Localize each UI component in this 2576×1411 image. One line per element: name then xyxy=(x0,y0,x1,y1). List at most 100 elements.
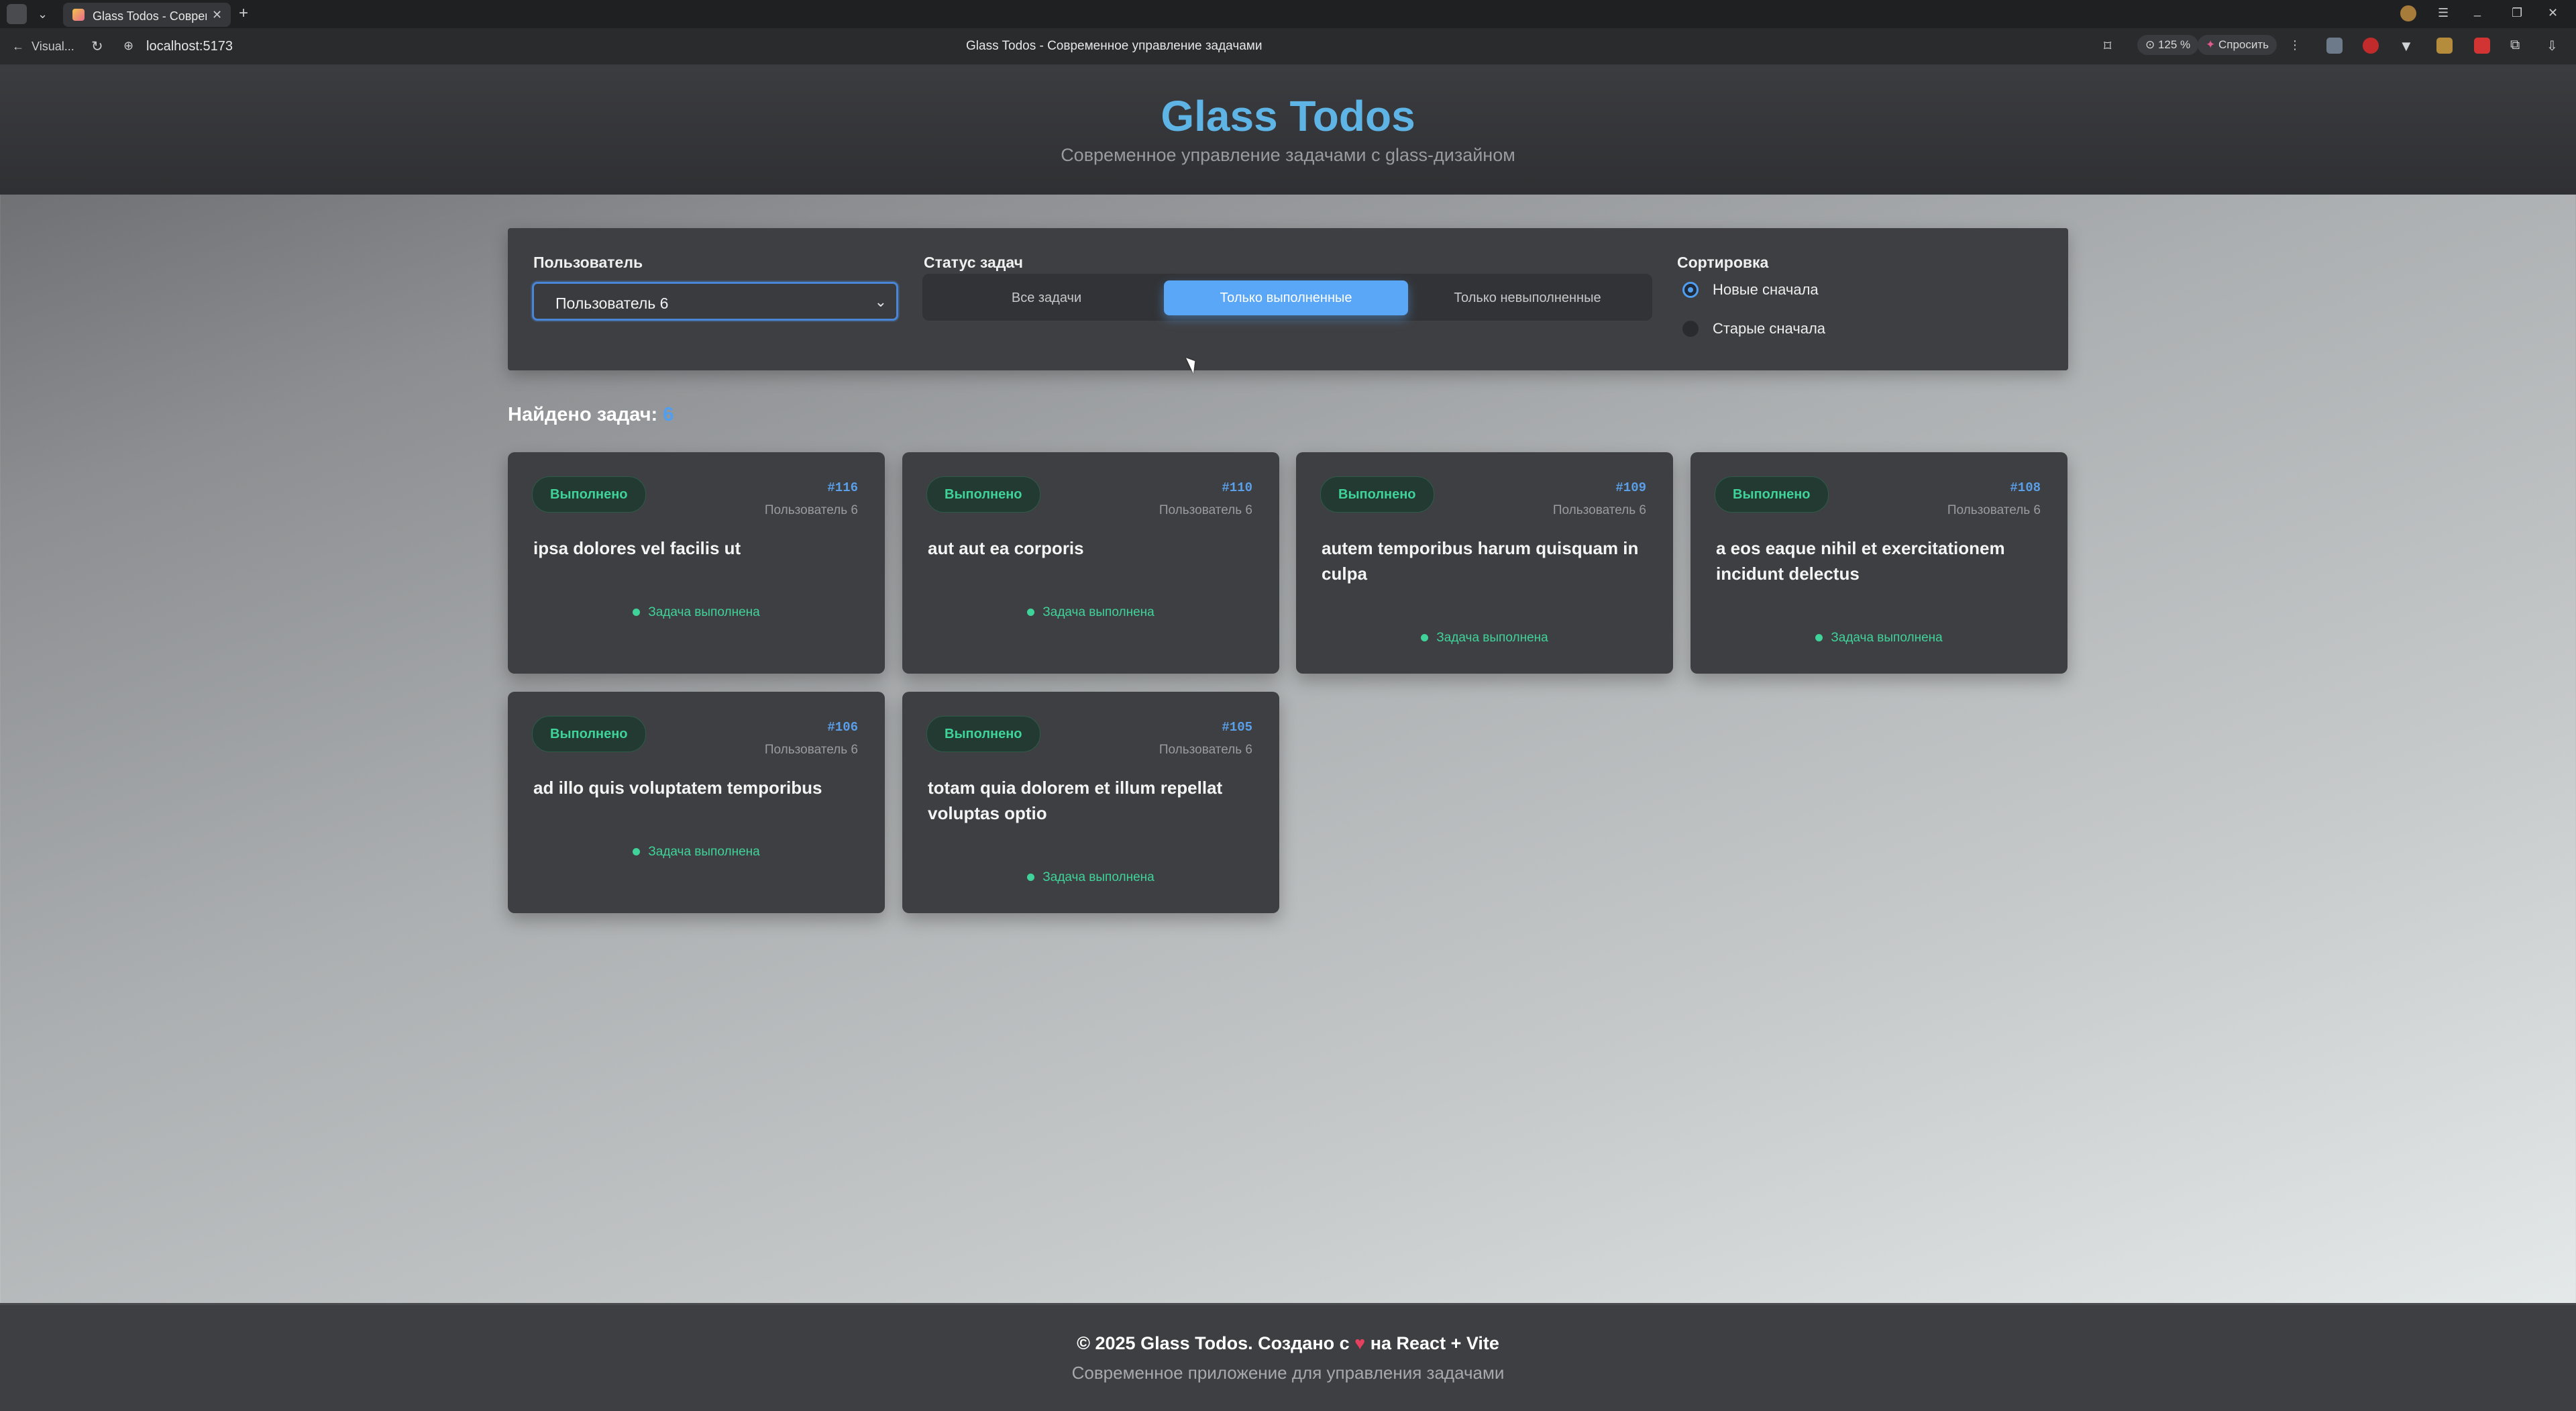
todo-status-text: Задача выполнена xyxy=(648,845,760,859)
todo-id: #110 xyxy=(1222,480,1252,495)
footer-copyright-suffix: на React + Vite xyxy=(1370,1333,1499,1353)
status-badge: Выполнено xyxy=(1715,476,1829,513)
app-subtitle: Современное управление задачами с glass-… xyxy=(1061,145,1515,165)
todo-title: totam quia dolorem et illum repellat vol… xyxy=(928,778,1223,823)
ask-icon: ✦ xyxy=(2206,38,2218,51)
todo-card[interactable]: Выполнено #105 Пользователь 6 totam quia… xyxy=(902,692,1279,913)
todo-user: Пользователь 6 xyxy=(764,743,858,757)
vue-extension-icon[interactable]: ▼ xyxy=(2399,38,2415,54)
profile-icon[interactable] xyxy=(2400,5,2416,21)
status-badge: Выполнено xyxy=(532,476,646,513)
ask-label: Спросить xyxy=(2218,38,2269,51)
browser-tab-bar: ⌄ Glass Todos - Современ ✕ + ☰ _ ❐ ✕ xyxy=(0,0,2576,28)
status-badge: Выполнено xyxy=(926,476,1040,513)
address-bar: ← Visual... ↻ ⊕ localhost:5173 Glass Tod… xyxy=(0,28,2576,66)
todo-user: Пользователь 6 xyxy=(1159,503,1252,517)
todo-title: a eos eaque nihil et exercitationem inci… xyxy=(1716,538,2005,584)
back-label: Visual... xyxy=(32,40,74,53)
zoom-icon: ⊙ xyxy=(2145,38,2158,51)
tab-title: Glass Todos - Современ xyxy=(93,9,207,23)
status-dot-icon xyxy=(1027,874,1035,882)
todo-status-line: Задача выполнена xyxy=(1296,631,1673,645)
red-extension-icon[interactable] xyxy=(2474,38,2490,54)
cookie-extension-icon[interactable] xyxy=(2436,38,2453,54)
todo-id: #109 xyxy=(1615,480,1646,495)
bookmark-icon[interactable]: ⌑ xyxy=(2104,39,2111,54)
back-arrow-icon: ← xyxy=(12,40,24,53)
back-button[interactable]: ← Visual... xyxy=(12,40,74,52)
todo-card[interactable]: Выполнено #109 Пользователь 6 autem temp… xyxy=(1296,452,1673,674)
status-dot-icon xyxy=(633,609,641,617)
todo-id: #106 xyxy=(827,720,858,735)
close-tab-icon[interactable]: ✕ xyxy=(212,9,222,21)
todo-status-text: Задача выполнена xyxy=(1042,605,1155,619)
url-field[interactable]: localhost:5173 xyxy=(146,39,233,54)
status-dot-icon xyxy=(633,848,641,856)
menu-icon[interactable]: ☰ xyxy=(2438,7,2449,19)
results-count-value: 6 xyxy=(663,404,674,425)
puzzle-extension-icon[interactable]: ⧉ xyxy=(2510,38,2526,54)
footer-tagline: Современное приложение для управления за… xyxy=(1071,1363,1505,1383)
app-header: Glass Todos Современное управление задач… xyxy=(0,66,2576,195)
status-filter-label: Статус задач xyxy=(924,254,1023,271)
todo-card[interactable]: Выполнено #108 Пользователь 6 a eos eaqu… xyxy=(1690,452,2068,674)
todo-id: #105 xyxy=(1222,720,1252,735)
todo-title: ipsa dolores vel facilis ut xyxy=(533,538,741,558)
page-title-display: Glass Todos - Современное управление зад… xyxy=(966,39,1263,53)
downloads-icon[interactable]: ⇩ xyxy=(2546,38,2563,54)
todo-status-text: Задача выполнена xyxy=(648,605,760,619)
results-count: Найдено задач: 6 xyxy=(508,404,674,426)
new-tab-icon[interactable]: + xyxy=(239,5,248,21)
more-icon[interactable]: ⋮ xyxy=(2289,39,2301,51)
browser-tab[interactable]: Glass Todos - Современ ✕ xyxy=(63,3,231,27)
todo-status-line: Задача выполнена xyxy=(902,605,1279,620)
todo-user: Пользователь 6 xyxy=(1159,743,1252,757)
sort-newest-radio[interactable] xyxy=(1682,282,1699,298)
app-title: Glass Todos xyxy=(1161,92,1415,140)
status-dot-icon xyxy=(1421,634,1429,642)
zoom-value: 125 % xyxy=(2157,38,2191,51)
todo-id: #108 xyxy=(2010,480,2041,495)
status-completed-button[interactable]: Только выполненные xyxy=(1164,280,1408,315)
site-info-icon[interactable]: ⊕ xyxy=(123,40,133,52)
chevron-down-icon: ⌄ xyxy=(874,293,887,310)
footer-copyright-prefix: © 2025 Glass Todos. Создано с xyxy=(1077,1333,1350,1353)
todo-status-text: Задача выполнена xyxy=(1831,631,1943,645)
zoom-badge[interactable]: ⊙ 125 % xyxy=(2137,35,2199,55)
todo-card[interactable]: Выполнено #106 Пользователь 6 ad illo qu… xyxy=(508,692,885,913)
todo-title: aut aut ea corporis xyxy=(928,538,1084,558)
ask-button[interactable]: ✦ Спросить xyxy=(2198,35,2277,55)
sort-oldest-label[interactable]: Старые сначала xyxy=(1713,320,1825,337)
ublock-extension-icon[interactable] xyxy=(2363,38,2379,54)
status-badge: Выполнено xyxy=(926,716,1040,752)
filters-panel: Пользователь Пользователь 6 ⌄ Статус зад… xyxy=(508,228,2068,370)
app-footer: © 2025 Glass Todos. Создано с ♥ на React… xyxy=(0,1303,2576,1411)
todo-card[interactable]: Выполнено #116 Пользователь 6 ipsa dolor… xyxy=(508,452,885,674)
minimize-icon[interactable]: _ xyxy=(2474,4,2481,16)
status-all-button[interactable]: Все задачи xyxy=(929,280,1164,315)
shield-extension-icon[interactable] xyxy=(2326,38,2343,54)
sort-oldest-radio[interactable] xyxy=(1682,321,1699,337)
sort-newest-label[interactable]: Новые сначала xyxy=(1713,281,1819,299)
close-window-icon[interactable]: ✕ xyxy=(2548,7,2558,19)
status-dot-icon xyxy=(1815,634,1823,642)
user-filter-label: Пользователь xyxy=(533,254,643,271)
heart-icon: ♥ xyxy=(1354,1333,1366,1353)
todo-user: Пользователь 6 xyxy=(1552,503,1646,517)
status-badge: Выполнено xyxy=(532,716,646,752)
sort-label: Сортировка xyxy=(1677,254,1769,271)
reload-icon[interactable]: ↻ xyxy=(91,40,103,54)
todo-status-text: Задача выполнена xyxy=(1042,870,1155,884)
todo-user: Пользователь 6 xyxy=(1947,503,2041,517)
restore-icon[interactable]: ❐ xyxy=(2512,7,2522,19)
todo-user: Пользователь 6 xyxy=(764,503,858,517)
todo-status-line: Задача выполнена xyxy=(902,870,1279,885)
user-select[interactable]: Пользователь 6 ⌄ xyxy=(532,282,898,321)
workspace-icon[interactable] xyxy=(7,4,27,24)
favicon-icon xyxy=(72,9,85,21)
todo-status-line: Задача выполнена xyxy=(1690,631,2068,645)
todo-card[interactable]: Выполнено #110 Пользователь 6 aut aut ea… xyxy=(902,452,1279,674)
tab-list-chevron-icon[interactable]: ⌄ xyxy=(38,8,48,20)
status-incomplete-button[interactable]: Только невыполненные xyxy=(1409,280,1646,315)
todo-status-line: Задача выполнена xyxy=(508,845,885,859)
